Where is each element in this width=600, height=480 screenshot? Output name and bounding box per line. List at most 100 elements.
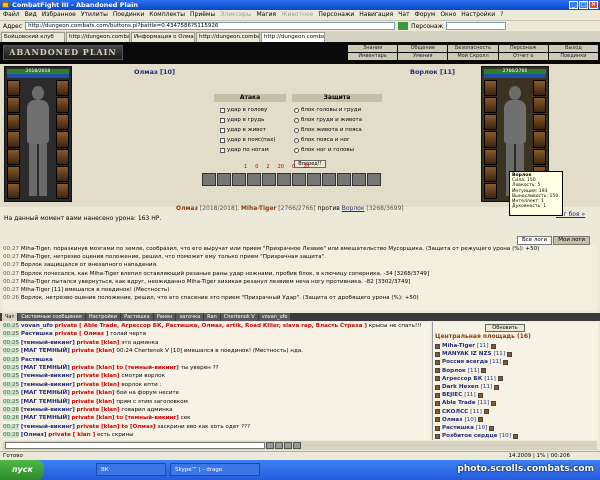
go-button[interactable] [398, 22, 409, 30]
defense-option[interactable]: блок ног и головы [294, 146, 354, 154]
chat-user[interactable]: [МАГ ТЕМНЫЙ] [21, 365, 70, 371]
info-icon[interactable] [489, 425, 495, 431]
game-nav-item[interactable]: Умения [398, 53, 448, 60]
attack-checkbox[interactable] [220, 137, 225, 143]
game-nav-item[interactable]: Персонаж [498, 45, 548, 52]
menu-item[interactable]: Эликсиры [220, 11, 251, 18]
chat-tab[interactable]: заточка [176, 313, 204, 321]
attack-checkbox[interactable] [220, 127, 225, 133]
menu-item[interactable]: Комплекты [149, 11, 185, 18]
defense-radio[interactable] [294, 107, 299, 113]
browser-tab[interactable]: Информация о Олмаз [131, 32, 195, 42]
room-user[interactable]: Able Trade [11] [435, 399, 595, 407]
defense-option[interactable]: блок груди и живота [294, 116, 362, 124]
chat-tab[interactable]: Chertenok V [220, 313, 258, 321]
defense-radio[interactable] [294, 117, 299, 123]
skill-icon[interactable] [307, 173, 321, 186]
menu-item[interactable]: Вид [25, 11, 37, 18]
chat-tab[interactable]: Ранен [153, 313, 176, 321]
menu-item[interactable]: Магия [256, 11, 276, 18]
skill-icon[interactable] [217, 173, 231, 186]
chat-user[interactable]: [МАГ ТЕМНЫЙ] [21, 415, 70, 421]
maximize-button[interactable]: □ [579, 1, 588, 9]
room-user[interactable]: СКОЛСС [11] [435, 408, 595, 416]
chat-user[interactable]: [темный-викинг] [21, 407, 75, 413]
game-nav-item[interactable]: Безопасность [448, 45, 498, 52]
game-nav-item[interactable]: Поединки [548, 53, 598, 60]
attack-checkbox[interactable] [220, 117, 225, 123]
menu-item[interactable]: Форум [415, 11, 436, 18]
chat-user[interactable]: vovan_ufo [21, 323, 53, 329]
skill-icon[interactable] [277, 173, 291, 186]
defense-radio[interactable] [294, 137, 299, 143]
room-user-name[interactable]: Растишка [442, 424, 474, 432]
skill-icon[interactable] [337, 173, 351, 186]
menu-item[interactable]: Настройки [461, 11, 495, 18]
skill-icon[interactable] [292, 173, 306, 186]
chat-user[interactable]: [темный-викинг] [21, 340, 75, 346]
attack-option[interactable]: удар в голову [220, 106, 267, 114]
player-left-panel[interactable]: 2018/2018 [4, 66, 72, 202]
skill-icon[interactable] [202, 173, 216, 186]
skill-icon[interactable] [322, 173, 336, 186]
room-user-name[interactable]: Able Trade [442, 399, 476, 407]
chat-tab[interactable]: Ran [204, 313, 220, 321]
vs-player3[interactable]: Ворлок [342, 205, 365, 212]
room-user[interactable]: Олмаз [10] [435, 416, 595, 424]
info-icon[interactable] [497, 376, 503, 382]
chat-user[interactable]: [МАГ ТЕМНЫЙ] [21, 390, 70, 396]
taskbar-item[interactable]: Skype™ | - drago [170, 463, 260, 476]
game-nav-item[interactable]: Инвентарь [348, 53, 398, 60]
defense-option[interactable]: блок пояса и ног [294, 136, 350, 144]
room-user[interactable]: BEJIEC [11] [435, 391, 595, 399]
info-icon[interactable] [491, 401, 497, 407]
menu-item[interactable]: Персонажи [318, 11, 354, 18]
close-button[interactable]: × [589, 1, 598, 9]
info-icon[interactable] [477, 417, 483, 423]
room-user-name[interactable]: BEJIEC [442, 391, 462, 399]
player-left-name[interactable]: Олмаз [10] [134, 68, 175, 76]
menu-item[interactable]: ? [500, 11, 503, 18]
info-icon[interactable] [483, 409, 489, 415]
skill-icon[interactable] [352, 173, 366, 186]
room-user-name[interactable]: Россия всегда [442, 358, 488, 366]
room-user-name[interactable]: Miha-Tiger [442, 342, 475, 350]
chat-tab[interactable]: vovan_ufo [258, 313, 291, 321]
game-nav-item[interactable]: Выход [548, 45, 598, 52]
refresh-button[interactable]: Обновить [485, 324, 525, 332]
chat-user[interactable]: [темный-викинг] [21, 382, 75, 388]
info-icon[interactable] [494, 384, 500, 390]
chat-user[interactable]: [МАГ ТЕМНЫЙ] [21, 348, 70, 354]
info-icon[interactable] [512, 433, 518, 439]
address-input[interactable]: http://dungeon.combats.com/buttons.pl?ba… [25, 22, 396, 30]
skill-icon[interactable] [262, 173, 276, 186]
minimize-button[interactable]: _ [569, 1, 578, 9]
game-nav-item[interactable]: Общение [398, 45, 448, 52]
defense-option[interactable]: блок живота и пояса [294, 126, 362, 134]
defense-radio[interactable] [294, 127, 299, 133]
chat-user[interactable]: [темный-викинг] [21, 373, 75, 379]
browser-tab[interactable]: Бойцовский клуб [1, 32, 65, 42]
attack-option[interactable]: удар в грудь [220, 116, 264, 124]
chat-tab[interactable]: Растишка [121, 313, 153, 321]
attack-checkbox[interactable] [220, 107, 225, 113]
game-nav-item[interactable]: Мой Скролл [448, 53, 498, 60]
room-user[interactable]: Miha-Tiger [11] [435, 342, 595, 350]
room-user-name[interactable]: MANYAK IZ NZS [442, 350, 492, 358]
room-user-name[interactable]: Dark Hexen [442, 383, 479, 391]
menu-item[interactable]: Приёмы [190, 11, 215, 18]
skill-icon[interactable] [247, 173, 261, 186]
info-icon[interactable] [477, 392, 483, 398]
defense-option[interactable]: блок головы и груди [294, 106, 361, 114]
menu-item[interactable]: Поединки [113, 11, 144, 18]
player-right-name[interactable]: Ворлок [11] [410, 68, 455, 76]
browser-tab[interactable]: http://dungeon.combats.com/zayavka... [196, 32, 260, 42]
defense-radio[interactable] [294, 147, 299, 153]
log-tab[interactable]: Мои логи [553, 236, 590, 245]
menu-item[interactable]: Избранное [42, 11, 76, 18]
room-user[interactable]: MANYAK IZ NZS [11] [435, 350, 595, 358]
room-user-name[interactable]: СКОЛСС [442, 408, 468, 416]
attack-option[interactable]: удар в живот [220, 126, 266, 134]
game-nav-item[interactable]: Отчет о переводах [498, 53, 548, 60]
clear-icon[interactable] [275, 442, 283, 449]
